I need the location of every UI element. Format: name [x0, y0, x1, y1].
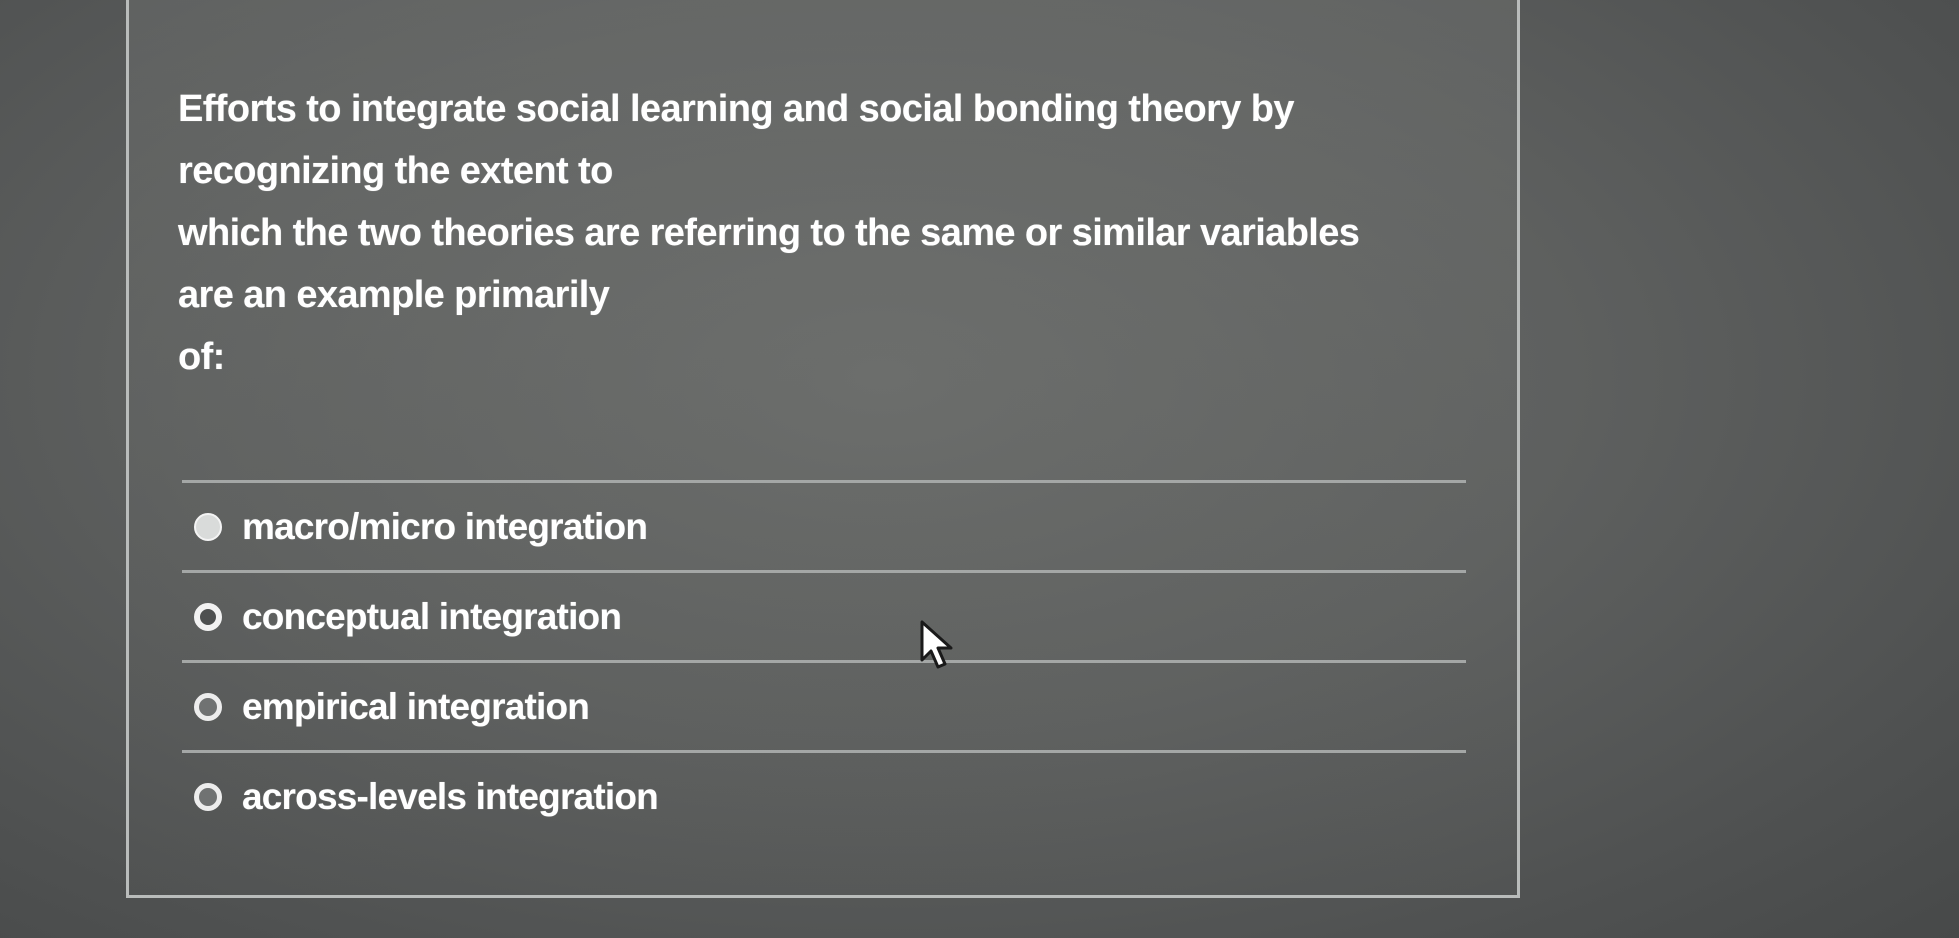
- question-line: which the two theories are referring to …: [178, 212, 1360, 254]
- option-label[interactable]: empirical integration: [242, 686, 590, 728]
- option-macro-micro-integration[interactable]: macro/micro integration: [182, 483, 1466, 570]
- option-across-levels-integration[interactable]: across-levels integration: [182, 753, 1466, 840]
- mouse-pointer-icon: [920, 620, 953, 669]
- question-line: recognizing the extent to: [178, 150, 613, 192]
- radio-button-icon[interactable]: [194, 782, 222, 811]
- radio-button-icon[interactable]: [194, 602, 222, 631]
- option-label[interactable]: across-levels integration: [242, 776, 659, 818]
- option-label[interactable]: macro/micro integration: [242, 506, 648, 548]
- option-conceptual-integration[interactable]: conceptual integration: [182, 573, 1466, 660]
- question-line: Efforts to integrate social learning and…: [178, 88, 1295, 130]
- radio-button-icon[interactable]: [194, 512, 222, 541]
- option-empirical-integration[interactable]: empirical integration: [182, 663, 1466, 750]
- radio-button-icon[interactable]: [194, 692, 222, 721]
- answer-options: macro/micro integration conceptual integ…: [182, 480, 1466, 840]
- question-line: are an example primarily: [178, 274, 610, 316]
- question-text: Efforts to integrate social learning and…: [178, 78, 1438, 388]
- option-label[interactable]: conceptual integration: [242, 596, 622, 638]
- question-line: of:: [178, 336, 225, 378]
